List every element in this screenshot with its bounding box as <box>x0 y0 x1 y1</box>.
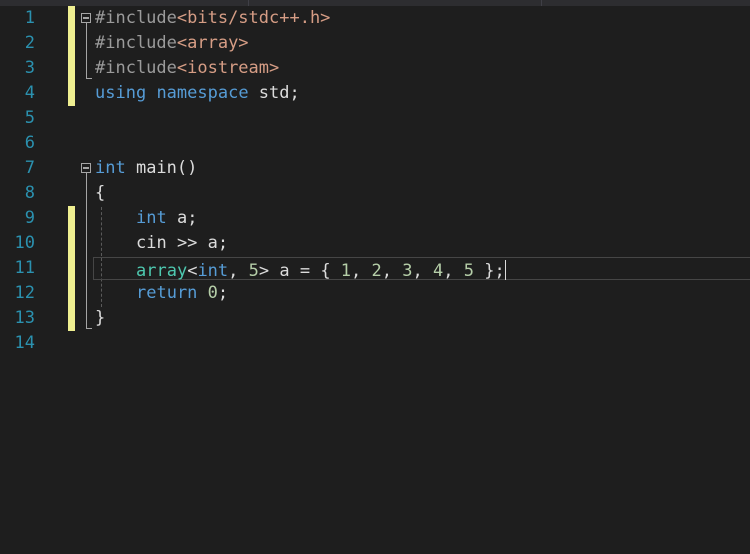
code-text: ; <box>217 283 229 303</box>
text-caret <box>504 260 506 280</box>
number-literal: 4 <box>433 261 444 281</box>
code-line-2[interactable]: #include<array> <box>95 31 249 56</box>
line-number: 4 <box>24 83 35 103</box>
include-header: <iostream> <box>176 58 280 78</box>
code-text: a = { <box>269 261 341 281</box>
line-number: 7 <box>24 158 35 178</box>
line-number: 9 <box>24 208 35 228</box>
line-number: 8 <box>24 183 35 203</box>
type-name: array <box>136 261 188 281</box>
number-literal: 1 <box>340 261 352 281</box>
code-line-1[interactable]: #include<bits/stdc++.h> <box>95 6 330 31</box>
code-text: cin >> a; <box>136 233 229 253</box>
line-number: 1 <box>24 8 35 28</box>
code-line-9[interactable]: int a; <box>136 206 197 231</box>
code-text: , <box>412 261 433 281</box>
number-literal: 3 <box>402 261 413 281</box>
preprocessor-directive: #include <box>95 8 177 28</box>
line-number: 5 <box>24 108 35 128</box>
keyword: int <box>136 208 167 228</box>
line-number: 12 <box>14 283 35 303</box>
code-line-8[interactable]: { <box>95 181 105 206</box>
number-literal: 5 <box>463 261 474 281</box>
code-text: < <box>187 261 198 281</box>
code-text: , <box>381 261 403 281</box>
code-line-3[interactable]: #include<iostream> <box>95 56 279 81</box>
keyword: int <box>197 261 229 281</box>
code-line-7[interactable]: int main() <box>95 156 197 181</box>
number-literal: 0 <box>207 283 218 303</box>
number-literal: 2 <box>371 261 382 281</box>
code-text: }; <box>473 261 505 281</box>
line-number: 10 <box>14 233 35 253</box>
code-editor[interactable]: 1 2 3 4 5 6 7 8 9 10 11 12 13 14 #includ… <box>0 0 750 554</box>
code-line-4[interactable]: using namespace std; <box>95 81 300 106</box>
keyword: using <box>95 83 147 103</box>
code-text: { <box>95 183 106 203</box>
code-text: , <box>228 261 249 281</box>
include-header: <array> <box>176 33 249 53</box>
number-literal: 5 <box>248 261 259 281</box>
code-text: std; <box>248 83 300 103</box>
line-number: 3 <box>24 58 35 78</box>
keyword: namespace <box>156 83 249 103</box>
line-number: 13 <box>14 308 35 328</box>
code-text: } <box>95 308 106 328</box>
code-line-10[interactable]: cin >> a; <box>136 231 228 256</box>
keyword: return <box>136 283 198 303</box>
code-text: main() <box>125 158 198 178</box>
code-text: , <box>443 261 464 281</box>
line-number: 14 <box>14 333 35 353</box>
code-text: , <box>351 261 372 281</box>
line-number: 11 <box>14 258 35 278</box>
code-text: > <box>258 261 270 281</box>
keyword: int <box>95 158 126 178</box>
code-line-12[interactable]: return 0; <box>136 281 228 306</box>
code-line-13[interactable]: } <box>95 306 105 331</box>
include-header: <bits/stdc++.h> <box>176 8 331 28</box>
code-text: a; <box>166 208 198 228</box>
line-number: 2 <box>24 33 35 53</box>
line-number: 6 <box>24 133 35 153</box>
preprocessor-directive: #include <box>95 33 177 53</box>
code-line-11[interactable]: array<int, 5> a = { 1, 2, 3, 4, 5 }; <box>136 256 506 284</box>
preprocessor-directive: #include <box>95 58 177 78</box>
